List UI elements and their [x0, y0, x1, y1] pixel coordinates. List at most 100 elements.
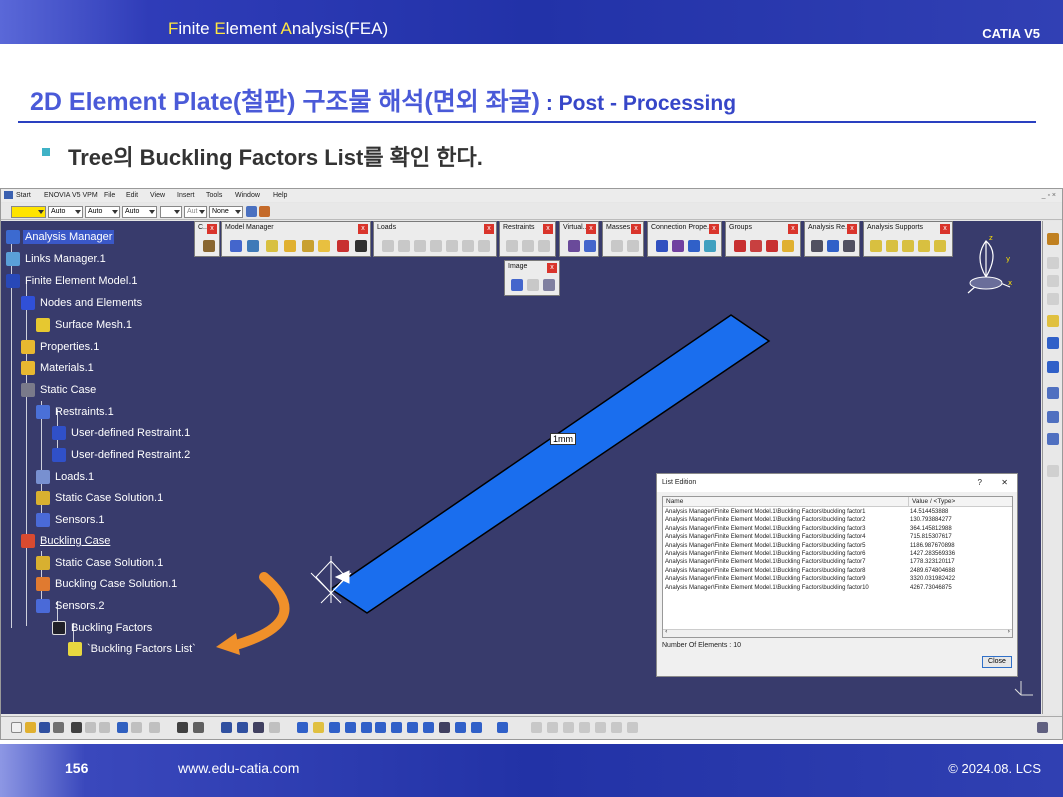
load-icon[interactable]: [446, 240, 458, 252]
menu-start[interactable]: Start: [16, 192, 31, 199]
new-icon[interactable]: [11, 722, 22, 733]
close-icon[interactable]: x: [547, 263, 557, 273]
compass-icon[interactable]: y x z: [956, 233, 1018, 299]
cut-icon[interactable]: [71, 722, 82, 733]
support-icon[interactable]: [934, 240, 946, 252]
view-icon[interactable]: [1047, 387, 1059, 399]
shading-icon[interactable]: [423, 722, 434, 733]
close-icon[interactable]: x: [358, 224, 368, 234]
load-icon[interactable]: [398, 240, 410, 252]
menu-file[interactable]: File: [104, 192, 115, 199]
fly-icon[interactable]: [297, 722, 308, 733]
3d-viewport[interactable]: Analysis Manager Links Manager.1 Finite …: [1, 221, 1041, 714]
close-button[interactable]: Close: [982, 656, 1012, 668]
workbench-icon[interactable]: [1047, 233, 1059, 245]
zoom-out-icon[interactable]: [375, 722, 386, 733]
virtual-part-icon[interactable]: [568, 240, 580, 252]
image-icon[interactable]: [543, 279, 555, 291]
group-icon[interactable]: [782, 240, 794, 252]
close-icon[interactable]: x: [543, 224, 553, 234]
quick-view-icon[interactable]: [407, 722, 418, 733]
close-icon[interactable]: x: [709, 224, 719, 234]
group-icon[interactable]: [766, 240, 778, 252]
analysis-tool-icon[interactable]: [253, 722, 264, 733]
close-icon[interactable]: x: [631, 224, 641, 234]
select-icon[interactable]: [1047, 315, 1059, 327]
column-header-name[interactable]: Name: [663, 497, 908, 507]
report-icon[interactable]: [811, 240, 823, 252]
restraint-tool-icon[interactable]: [538, 240, 550, 252]
tree-nodes-elements[interactable]: Nodes and Elements: [21, 293, 144, 313]
tree-icon[interactable]: [497, 722, 508, 733]
tree-loads[interactable]: Loads.1: [36, 467, 96, 487]
render-combo[interactable]: None: [209, 206, 243, 218]
support-icon[interactable]: [902, 240, 914, 252]
paste-icon[interactable]: [99, 722, 110, 733]
connection-icon[interactable]: [656, 240, 668, 252]
material-icon[interactable]: [318, 240, 330, 252]
tree-properties[interactable]: Properties.1: [21, 337, 101, 357]
menu-window[interactable]: Window: [235, 192, 260, 199]
load-icon[interactable]: [430, 240, 442, 252]
formula-icon[interactable]: [177, 722, 188, 733]
zoom-in-icon[interactable]: [361, 722, 372, 733]
close-icon[interactable]: ✕: [1001, 478, 1008, 487]
catalog-icon[interactable]: [203, 240, 215, 252]
transparency-combo[interactable]: Auto: [48, 206, 83, 218]
normal-view-icon[interactable]: [391, 722, 402, 733]
property-icon[interactable]: [284, 240, 296, 252]
tool-icon[interactable]: [1047, 293, 1059, 305]
close-icon[interactable]: x: [586, 224, 596, 234]
property-icon[interactable]: [266, 240, 278, 252]
rotate-view-icon[interactable]: [345, 722, 356, 733]
undo-icon[interactable]: [117, 722, 128, 733]
virtual-part-icon[interactable]: [584, 240, 596, 252]
tree-static-solution-1[interactable]: Static Case Solution.1: [36, 488, 165, 508]
painter-icon[interactable]: [246, 206, 257, 217]
layer-combo[interactable]: Aut: [184, 206, 207, 218]
hide-show-icon[interactable]: [439, 722, 450, 733]
menu-enovia[interactable]: ENOVIA V5 VPM: [44, 192, 98, 199]
tree-restraints[interactable]: Restraints.1: [36, 402, 116, 422]
copy-icon[interactable]: [85, 722, 96, 733]
swap-icon[interactable]: [455, 722, 466, 733]
tool-icon[interactable]: [1047, 257, 1059, 269]
report-icon[interactable]: [843, 240, 855, 252]
support-icon[interactable]: [918, 240, 930, 252]
view-mode-icon[interactable]: [471, 722, 482, 733]
mesh-tool-icon[interactable]: [247, 240, 259, 252]
save-icon[interactable]: [39, 722, 50, 733]
connection-icon[interactable]: [688, 240, 700, 252]
tree-buckling-factors[interactable]: Buckling Factors: [52, 618, 154, 638]
load-icon[interactable]: [478, 240, 490, 252]
restraint-tool-icon[interactable]: [506, 240, 518, 252]
report-icon[interactable]: [827, 240, 839, 252]
scroll-right-icon[interactable]: ›: [1008, 628, 1010, 635]
connection-icon[interactable]: [704, 240, 716, 252]
knowledge-icon[interactable]: [237, 722, 248, 733]
redo-icon[interactable]: [131, 722, 142, 733]
point-combo[interactable]: [160, 206, 182, 218]
view-icon[interactable]: [1047, 433, 1059, 445]
close-icon[interactable]: x: [484, 224, 494, 234]
help-icon[interactable]: [149, 722, 160, 733]
tree-static-solution-2[interactable]: Static Case Solution.1: [36, 553, 165, 573]
resize-icon[interactable]: [1037, 722, 1048, 733]
lineweight-combo[interactable]: Auto: [122, 206, 157, 218]
tool-icon[interactable]: [1047, 465, 1059, 477]
table-icon[interactable]: [221, 722, 232, 733]
menu-help[interactable]: Help: [273, 192, 287, 199]
support-icon[interactable]: [886, 240, 898, 252]
mesh-tool-icon[interactable]: [230, 240, 242, 252]
support-icon[interactable]: [870, 240, 882, 252]
properties-icon[interactable]: [259, 206, 270, 217]
tree-sensors-1[interactable]: Sensors.1: [36, 510, 107, 530]
tool-icon[interactable]: [1047, 275, 1059, 287]
fit-all-icon[interactable]: [313, 722, 324, 733]
rotate-icon[interactable]: [1047, 361, 1059, 373]
tree-static-case[interactable]: Static Case: [21, 380, 98, 400]
list-row[interactable]: Analysis Manager\Finite Element Model.1\…: [665, 585, 1010, 594]
close-icon[interactable]: x: [207, 224, 217, 234]
group-icon[interactable]: [734, 240, 746, 252]
tree-materials[interactable]: Materials.1: [21, 358, 96, 378]
